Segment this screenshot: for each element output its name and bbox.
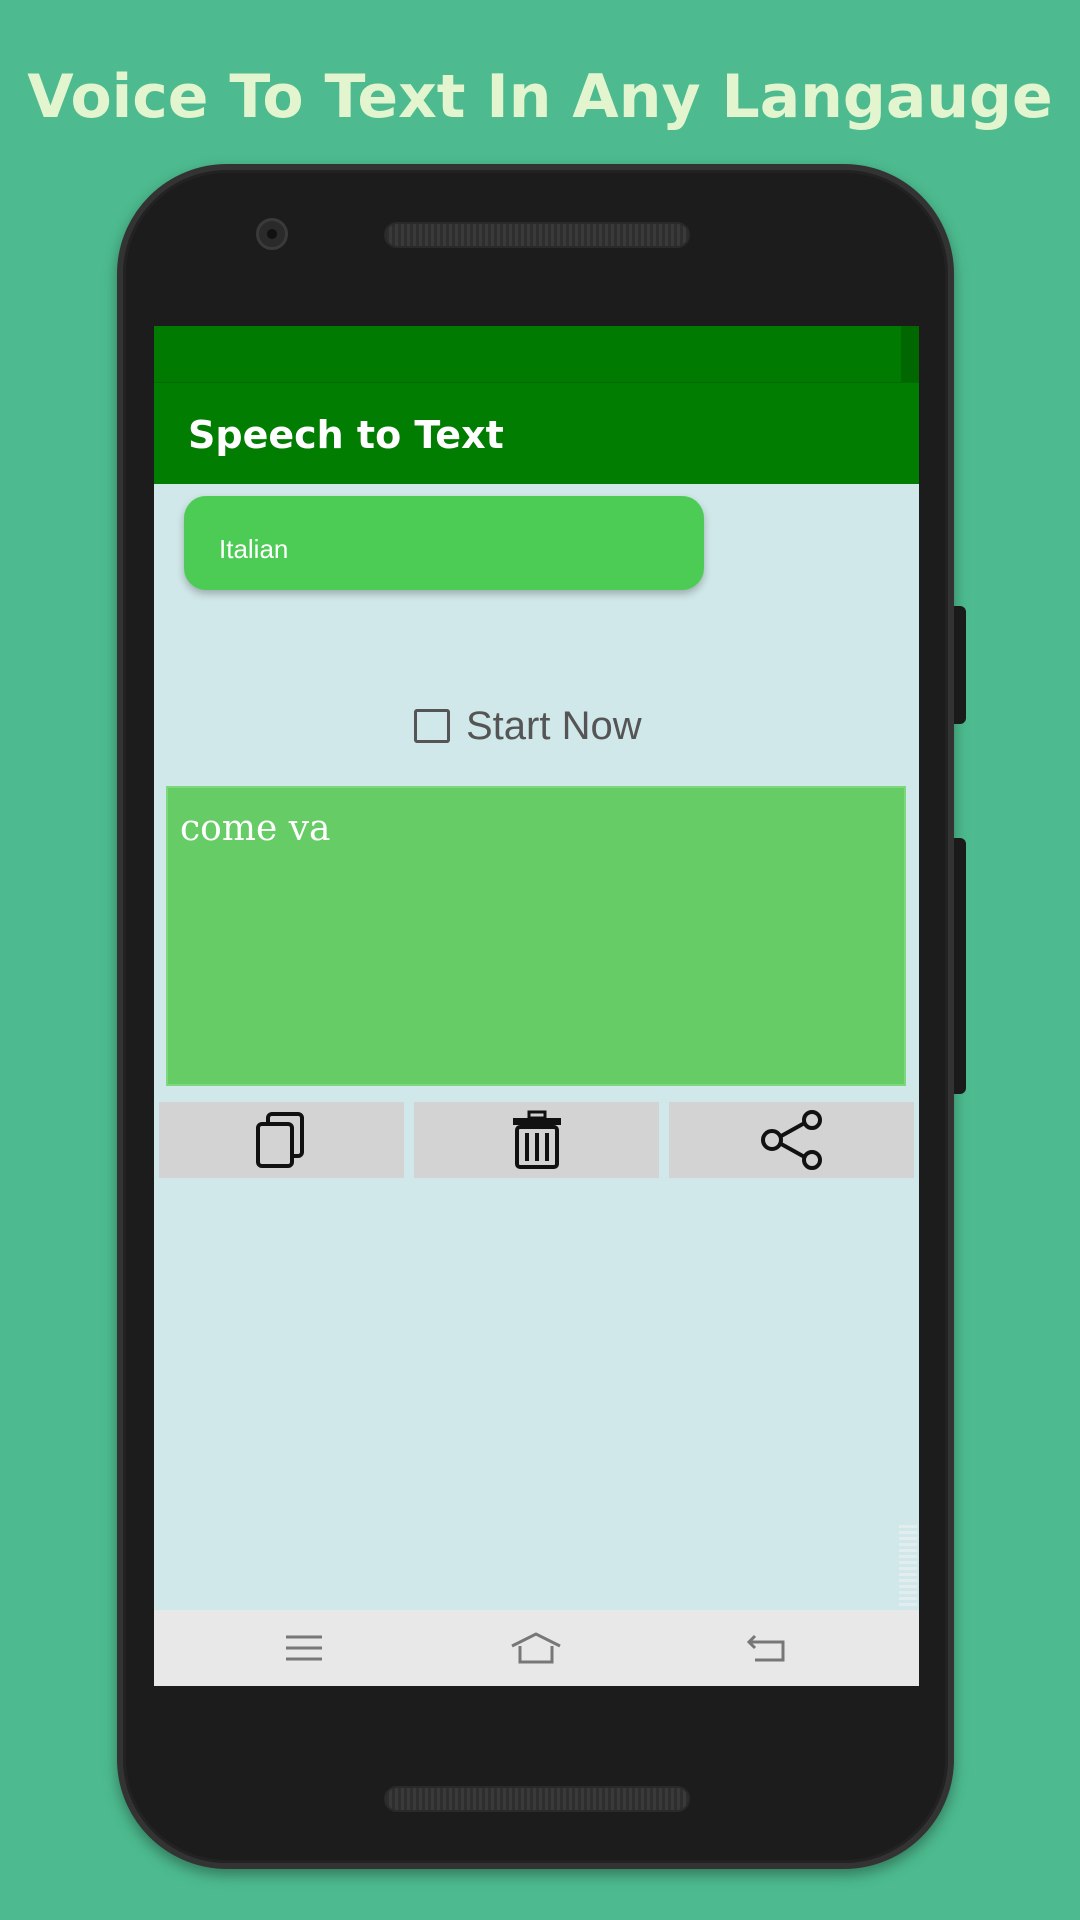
share-button[interactable] bbox=[669, 1102, 914, 1178]
language-select-button[interactable]: Italian bbox=[184, 496, 704, 590]
action-bar bbox=[159, 1102, 914, 1178]
front-camera-icon bbox=[256, 218, 288, 250]
home-icon bbox=[511, 1632, 561, 1664]
phone-volume-button bbox=[954, 838, 966, 1094]
start-now-checkbox[interactable] bbox=[414, 709, 450, 743]
watermark bbox=[899, 1522, 917, 1606]
nav-home-button[interactable] bbox=[506, 1622, 566, 1674]
transcript-text: come va bbox=[180, 808, 331, 849]
promo-headline: Voice To Text In Any Langauge bbox=[27, 62, 1053, 132]
delete-button[interactable] bbox=[414, 1102, 659, 1178]
back-icon bbox=[747, 1634, 785, 1662]
start-now-toggle[interactable]: Start Now bbox=[414, 696, 714, 756]
earpiece-speaker bbox=[384, 222, 690, 248]
copy-button[interactable] bbox=[159, 1102, 404, 1178]
phone-power-button bbox=[954, 606, 966, 724]
app-bar: Speech to Text bbox=[154, 382, 919, 484]
share-icon bbox=[760, 1110, 822, 1170]
app-title: Speech to Text bbox=[188, 413, 504, 457]
phone-screen: Speech to Text Italian Start Now come va bbox=[154, 326, 919, 1686]
trash-icon bbox=[512, 1110, 561, 1169]
nav-back-button[interactable] bbox=[738, 1622, 798, 1674]
nav-menu-button[interactable] bbox=[274, 1622, 334, 1674]
transcript-textarea[interactable]: come va bbox=[166, 786, 906, 1086]
menu-icon bbox=[286, 1635, 322, 1661]
start-now-label: Start Now bbox=[466, 703, 642, 748]
bottom-speaker bbox=[384, 1786, 690, 1812]
status-bar bbox=[154, 326, 919, 382]
system-nav-bar bbox=[154, 1610, 919, 1686]
status-bar-edge bbox=[901, 326, 919, 382]
copy-icon bbox=[255, 1112, 304, 1168]
language-selected-value: Italian bbox=[219, 534, 289, 564]
